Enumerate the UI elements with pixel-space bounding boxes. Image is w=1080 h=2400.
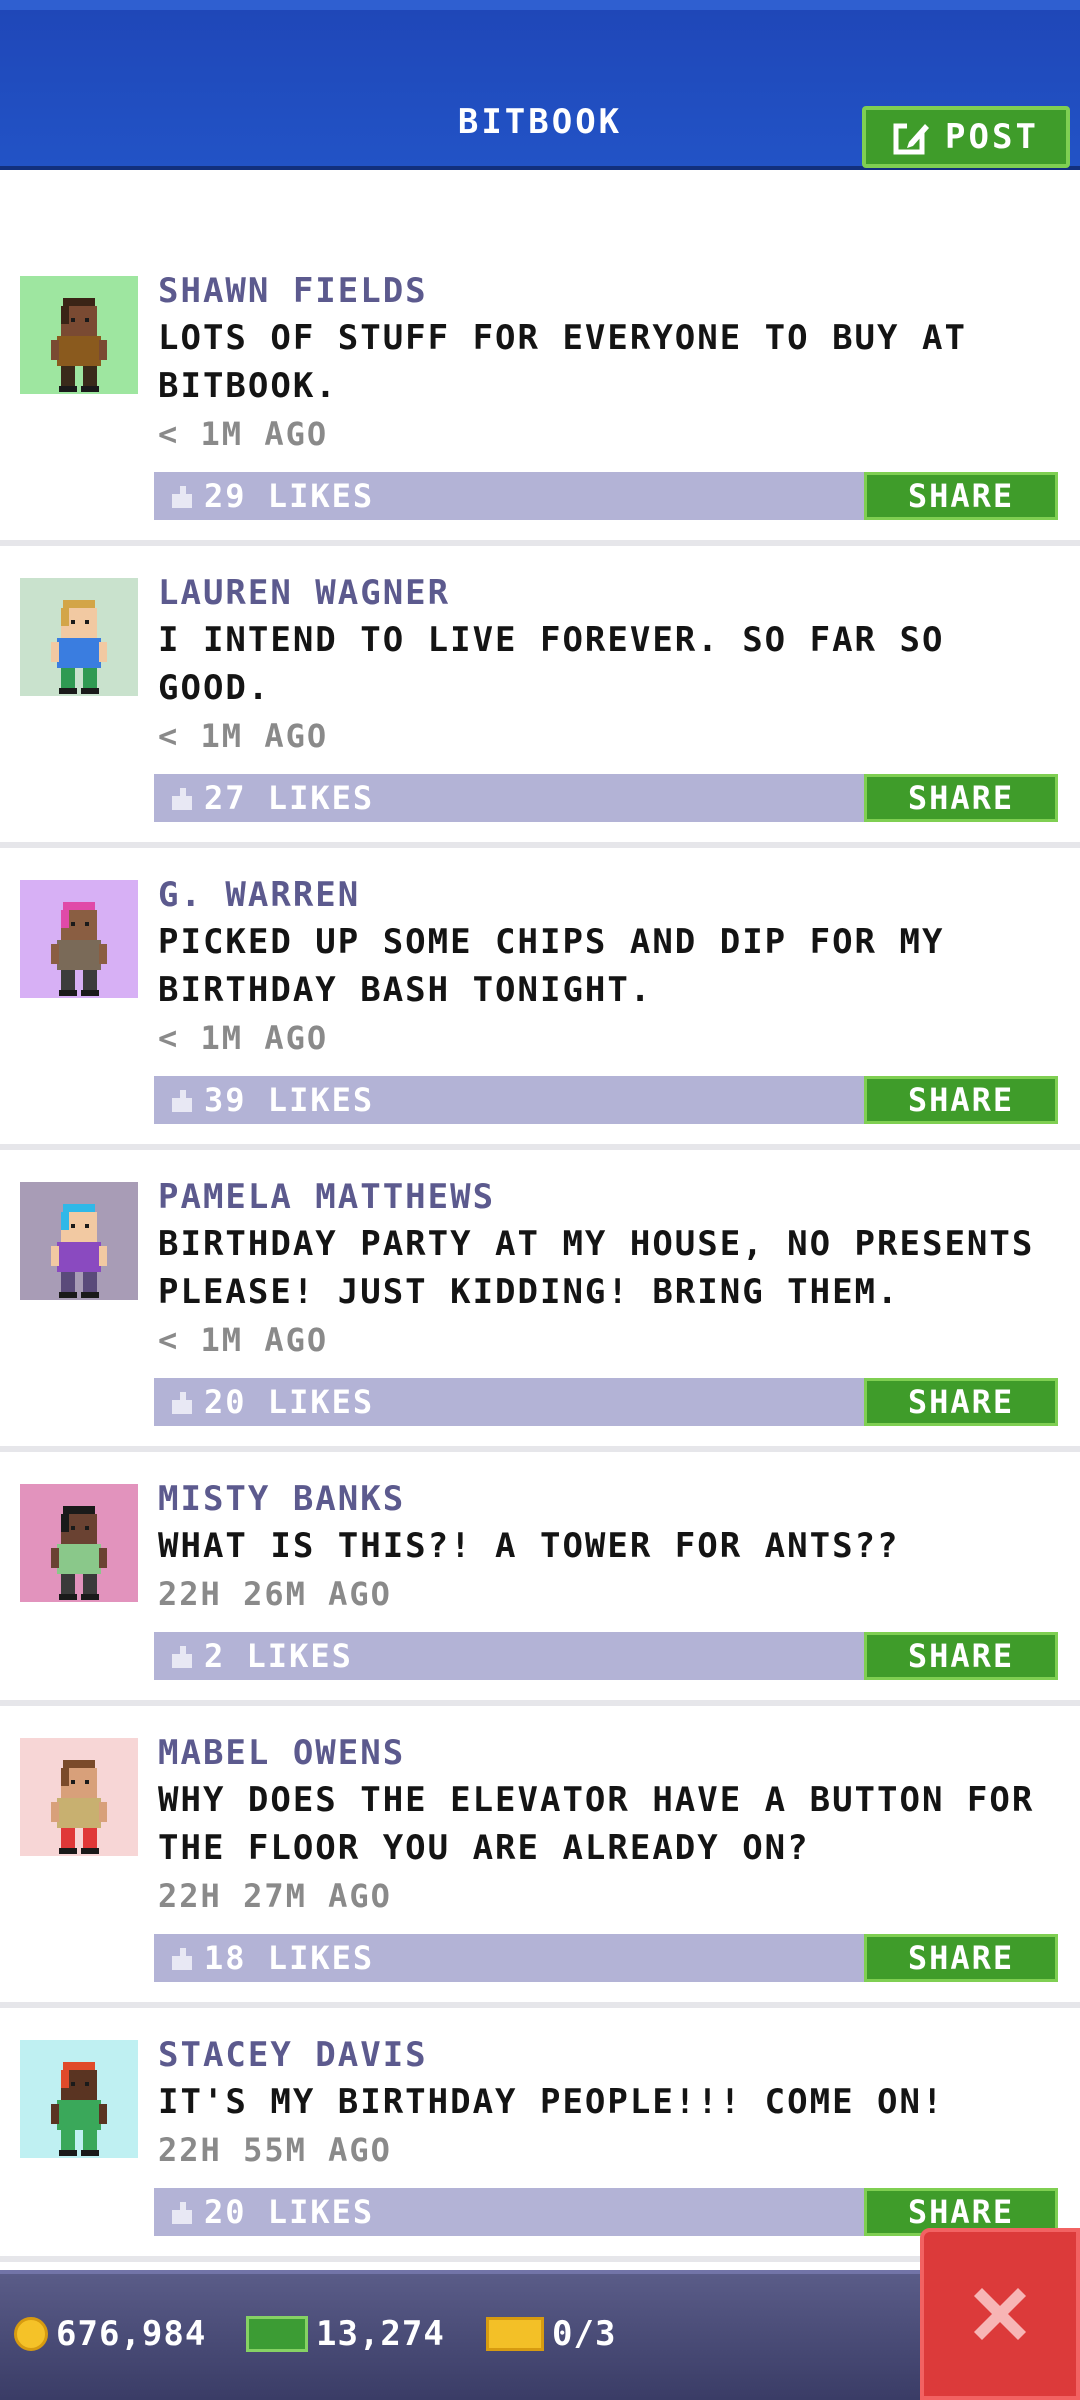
close-button[interactable] [920, 2228, 1080, 2400]
avatar[interactable] [20, 1738, 138, 1856]
post-content: STACEY DAVIS IT'S MY BIRTHDAY PEOPLE!!! … [154, 2008, 1058, 2236]
avatar[interactable] [20, 578, 138, 696]
avatar-figure-icon [51, 902, 107, 996]
post-content: MABEL OWENS WHY DOES THE ELEVATOR HAVE A… [154, 1706, 1058, 1982]
app-header: BITBOOK POST [0, 0, 1080, 170]
likes-bar: 39 LIKES SHARE [154, 1076, 1058, 1124]
likes-count: 2 LIKES [204, 1637, 353, 1675]
post-author[interactable]: MABEL OWENS [158, 1730, 1058, 1776]
post-author[interactable]: STACEY DAVIS [158, 2032, 1058, 2078]
likes-count: 27 LIKES [204, 779, 375, 817]
share-button[interactable]: SHARE [864, 1378, 1058, 1426]
likes-count: 29 LIKES [204, 477, 375, 515]
post-author[interactable]: PAMELA MATTHEWS [158, 1174, 1058, 1220]
feed-post: LAUREN WAGNER I INTEND TO LIVE FOREVER. … [0, 546, 1080, 848]
thumbs-up-icon [172, 1090, 192, 1112]
post-author[interactable]: MISTY BANKS [158, 1476, 1058, 1522]
likes-count: 20 LIKES [204, 2193, 375, 2231]
coins-value: 676,984 [56, 2314, 207, 2354]
post-time: < 1M AGO [158, 1019, 329, 1057]
share-button[interactable]: SHARE [864, 774, 1058, 822]
post-time: 22H 55M AGO [158, 2131, 392, 2169]
tickets-value: 0/3 [552, 2314, 617, 2354]
post-content: PAMELA MATTHEWS BIRTHDAY PARTY AT MY HOU… [154, 1150, 1058, 1426]
likes-bar: 2 LIKES SHARE [154, 1632, 1058, 1680]
post-content: G. WARREN PICKED UP SOME CHIPS AND DIP F… [154, 848, 1058, 1124]
post-time: < 1M AGO [158, 415, 329, 453]
feed-post: SHAWN FIELDS LOTS OF STUFF FOR EVERYONE … [0, 244, 1080, 546]
post-message: WHAT IS THIS?! A TOWER FOR ANTS?? [158, 1526, 900, 1566]
feed-post: G. WARREN PICKED UP SOME CHIPS AND DIP F… [0, 848, 1080, 1150]
thumbs-up-icon [172, 1392, 192, 1414]
likes-count: 18 LIKES [204, 1939, 375, 1977]
feed-post: PAMELA MATTHEWS BIRTHDAY PARTY AT MY HOU… [0, 1150, 1080, 1452]
post-time: 22H 27M AGO [158, 1877, 392, 1915]
bux-icon [246, 2316, 308, 2352]
thumbs-up-icon [172, 1948, 192, 1970]
avatar[interactable] [20, 1484, 138, 1602]
currency-bar: 676,984 13,274 0/3 [0, 2270, 1080, 2400]
avatar-figure-icon [51, 1204, 107, 1298]
post-author[interactable]: G. WARREN [158, 872, 1058, 918]
share-button[interactable]: SHARE [864, 1076, 1058, 1124]
post-time: < 1M AGO [158, 1321, 329, 1359]
bux-value: 13,274 [316, 2314, 445, 2354]
thumbs-up-icon [172, 788, 192, 810]
likes-bar: 18 LIKES SHARE [154, 1934, 1058, 1982]
thumbs-up-icon [172, 1646, 192, 1668]
ticket-icon [486, 2317, 544, 2351]
coins-stat: 676,984 [14, 2314, 206, 2354]
post-author[interactable]: SHAWN FIELDS [158, 268, 1058, 314]
post-message: LOTS OF STUFF FOR EVERYONE TO BUY AT BIT… [158, 318, 967, 406]
edit-icon [893, 122, 930, 155]
share-button[interactable]: SHARE [864, 1632, 1058, 1680]
feed-post: MISTY BANKS WHAT IS THIS?! A TOWER FOR A… [0, 1452, 1080, 1706]
thumbs-up-icon [172, 2202, 192, 2224]
likes-count: 20 LIKES [204, 1383, 375, 1421]
coin-icon [14, 2317, 48, 2351]
bitbook-feed[interactable]: SHAWN FIELDS LOTS OF STUFF FOR EVERYONE … [0, 244, 1080, 2274]
thumbs-up-icon [172, 486, 192, 508]
feed-post: STACEY DAVIS IT'S MY BIRTHDAY PEOPLE!!! … [0, 2008, 1080, 2262]
likes-bar: 27 LIKES SHARE [154, 774, 1058, 822]
post-content: SHAWN FIELDS LOTS OF STUFF FOR EVERYONE … [154, 244, 1058, 520]
tickets-stat: 0/3 [486, 2314, 616, 2354]
post-time: < 1M AGO [158, 717, 329, 755]
post-content: LAUREN WAGNER I INTEND TO LIVE FOREVER. … [154, 546, 1058, 822]
feed-post: MABEL OWENS WHY DOES THE ELEVATOR HAVE A… [0, 1706, 1080, 2008]
avatar-figure-icon [51, 1506, 107, 1600]
close-icon [974, 2288, 1026, 2340]
likes-bar: 20 LIKES SHARE [154, 2188, 1058, 2236]
avatar-figure-icon [51, 298, 107, 392]
avatar-figure-icon [51, 1760, 107, 1854]
likes-bar: 20 LIKES SHARE [154, 1378, 1058, 1426]
post-message: PICKED UP SOME CHIPS AND DIP FOR MY BIRT… [158, 922, 945, 1010]
post-message: IT'S MY BIRTHDAY PEOPLE!!! COME ON! [158, 2082, 945, 2122]
likes-bar: 29 LIKES SHARE [154, 472, 1058, 520]
post-message: I INTEND TO LIVE FOREVER. SO FAR SO GOOD… [158, 620, 945, 708]
likes-count: 39 LIKES [204, 1081, 375, 1119]
avatar[interactable] [20, 2040, 138, 2158]
post-message: BIRTHDAY PARTY AT MY HOUSE, NO PRESENTS … [158, 1224, 1035, 1312]
bux-stat: 13,274 [246, 2314, 445, 2354]
share-button[interactable]: SHARE [864, 1934, 1058, 1982]
post-content: MISTY BANKS WHAT IS THIS?! A TOWER FOR A… [154, 1452, 1058, 1680]
share-button[interactable]: SHARE [864, 472, 1058, 520]
avatar-figure-icon [51, 2062, 107, 2156]
post-button-label: POST [945, 117, 1039, 157]
avatar-figure-icon [51, 600, 107, 694]
post-message: WHY DOES THE ELEVATOR HAVE A BUTTON FOR … [158, 1780, 1035, 1868]
avatar[interactable] [20, 276, 138, 394]
post-author[interactable]: LAUREN WAGNER [158, 570, 1058, 616]
avatar[interactable] [20, 880, 138, 998]
post-time: 22H 26M AGO [158, 1575, 392, 1613]
avatar[interactable] [20, 1182, 138, 1300]
post-button[interactable]: POST [862, 106, 1070, 168]
